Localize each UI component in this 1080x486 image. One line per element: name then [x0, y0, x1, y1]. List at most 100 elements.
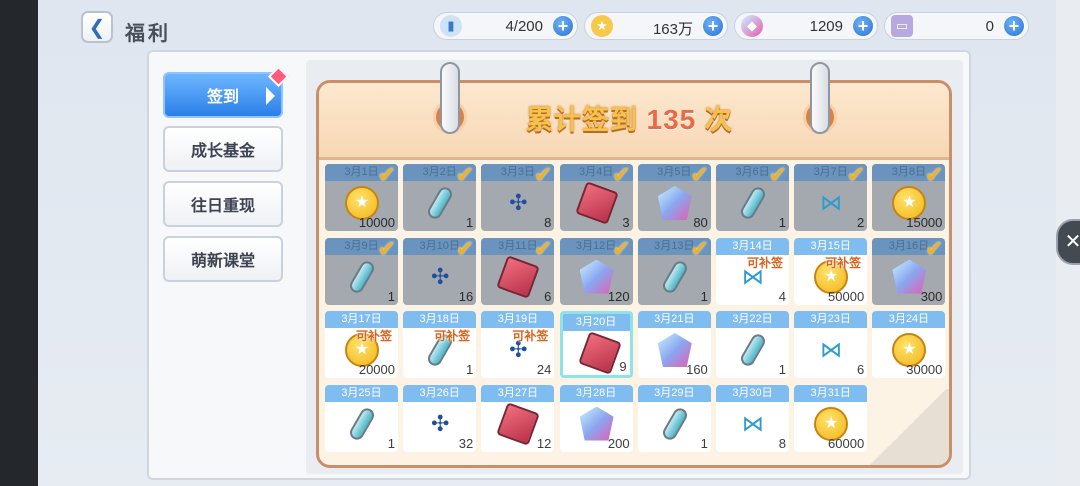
reward-count: 50000 — [828, 288, 865, 304]
reward-count: 32 — [458, 435, 474, 451]
resource-coins: ★ 163万 + — [584, 12, 728, 40]
calendar-day-cell[interactable]: 3月29日 1 — [637, 384, 711, 452]
checkmark-icon: ✔ — [455, 164, 475, 187]
reward-count: 1 — [387, 435, 395, 451]
calendar-day-cell[interactable]: 3月27日 12 — [481, 384, 555, 452]
checkin-total-prefix: 累计签到 — [526, 105, 638, 135]
checkmark-icon: ✔ — [533, 237, 553, 261]
day-date-label: 3月28日 — [559, 384, 633, 402]
reward-count: 1 — [700, 435, 708, 451]
reward-count: 1 — [465, 215, 474, 230]
reward-count: 12 — [536, 435, 552, 451]
calendar-day-cell[interactable]: 3月18日 1 可补签 — [403, 311, 477, 378]
calendar-day-cell[interactable]: 3月30日 ⋈ 8 — [716, 384, 789, 452]
calendar-day-cell[interactable]: 3月9日 1 ✔ — [325, 237, 398, 305]
close-icon: ✕ — [1064, 231, 1080, 253]
add-crystals-button[interactable]: + — [852, 15, 874, 37]
calendar-day-cell[interactable]: 3月17日 ★ 20000 可补签 — [325, 311, 398, 378]
coins-value: 163万 — [652, 21, 693, 38]
scroll-icon — [347, 258, 377, 295]
add-tickets-button[interactable]: + — [1003, 15, 1025, 37]
checkin-total-title: 累计签到 135 次 — [526, 98, 733, 137]
resource-crystals: ◆ 1209 + — [734, 12, 878, 40]
arrow-right-icon — [266, 87, 275, 105]
calendar-day-cell[interactable]: 3月2日 1 ✔ — [403, 164, 477, 231]
calendar-day-cell[interactable]: 3月28日 200 — [559, 384, 633, 452]
makeup-label: 可补签 — [512, 329, 549, 343]
calendar-day-cell[interactable]: 3月23日 ⋈ 6 — [794, 311, 868, 378]
calendar-day-cell[interactable]: 3月7日 ⋈ 2 ✔ — [794, 164, 868, 231]
scroll-icon — [660, 405, 690, 442]
checkmark-icon: ✔ — [846, 164, 866, 187]
calendar-day-cell[interactable]: 3月12日 120 ✔ — [559, 237, 633, 305]
crystals-value: 1209 — [809, 18, 843, 35]
stamina-value: 4/200 — [505, 18, 543, 35]
calendar-day-cell[interactable]: 3月22日 1 — [716, 311, 789, 378]
day-date-label: 3月26日 — [403, 384, 477, 402]
calendar-day-cell[interactable]: 3月16日 300 ✔ — [872, 237, 946, 305]
calendar-day-cell[interactable]: 3月26日 ✣ 32 — [403, 384, 477, 452]
reward-count: 300 — [920, 288, 943, 304]
ticket-icon: ▭ — [891, 15, 913, 37]
reward-count: 2 — [856, 215, 865, 230]
drone-icon: ✣ — [430, 263, 450, 289]
scroll-icon — [425, 184, 455, 222]
star-coin-icon: ★ — [591, 15, 613, 37]
calendar-day-cell[interactable]: 3月19日 ✣ 24 可补签 — [481, 311, 555, 378]
calendar-day-cell[interactable]: 3月24日 ★ 30000 — [872, 311, 946, 378]
tab-newbie-class[interactable]: 萌新课堂 — [163, 236, 283, 282]
day-date-label: 3月29日 — [637, 384, 711, 402]
reward-count: 8 — [778, 435, 786, 451]
checkmark-icon: ✔ — [924, 237, 944, 261]
makeup-label: 可补签 — [434, 329, 471, 343]
checkmark-icon: ✔ — [768, 164, 787, 187]
reward-count: 4 — [778, 288, 786, 304]
tab-growth-fund-label: 成长基金 — [190, 143, 255, 160]
calendar-day-cell[interactable]: 3月14日 ⋈ 4 可补签 — [716, 237, 789, 305]
calendar-day-cell[interactable]: 3月11日 6 ✔ — [481, 237, 555, 305]
candy-icon: ⋈ — [820, 190, 843, 215]
checkmark-icon: ✔ — [612, 237, 631, 261]
day-date-label: 3月25日 — [325, 384, 398, 402]
checkmark-icon: ✔ — [690, 164, 709, 187]
calendar-day-cell[interactable]: 3月21日 160 — [637, 311, 711, 378]
makeup-label: 可补签 — [825, 255, 862, 270]
calendar-day-cell[interactable]: 3月3日 ✣ 8 ✔ — [481, 164, 555, 231]
crystal-icon — [657, 186, 692, 220]
checkmark-icon: ✔ — [533, 164, 553, 187]
calendar-day-cell[interactable]: 3月10日 ✣ 16 ✔ — [403, 237, 477, 305]
tab-checkin[interactable]: 签到 — [163, 65, 290, 118]
calendar-day-cell[interactable]: 3月4日 3 ✔ — [559, 164, 633, 231]
calendar-day-cell[interactable]: 3月13日 1 ✔ — [637, 237, 711, 305]
day-date-label: 3月31日 — [794, 384, 868, 402]
checkmark-icon: ✔ — [455, 237, 475, 261]
reward-count: 200 — [607, 435, 630, 451]
reward-count: 10000 — [358, 215, 395, 230]
tab-past-replay[interactable]: 往日重现 — [163, 181, 283, 227]
binder-pin-right — [810, 62, 830, 134]
checkmark-icon: ✔ — [377, 237, 396, 261]
reward-count: 24 — [536, 362, 552, 377]
add-stamina-button[interactable]: + — [552, 15, 574, 37]
reward-count: 6 — [544, 288, 552, 304]
calendar-day-cell[interactable]: 3月5日 80 ✔ — [637, 164, 711, 231]
calendar-day-cell[interactable]: 3月20日 9 — [559, 311, 633, 378]
day-date-label: 3月14日 — [716, 237, 789, 255]
calendar-day-cell[interactable]: 3月1日 ★ 10000 ✔ — [325, 164, 398, 231]
checkmark-icon: ✔ — [690, 237, 709, 261]
calendar-day-cell[interactable]: 3月15日 ★ 50000 可补签 — [794, 237, 868, 305]
calendar-day-cell[interactable]: 3月25日 1 — [325, 384, 398, 452]
calendar-day-cell[interactable]: 3月6日 1 ✔ — [716, 164, 789, 231]
floating-side-button[interactable]: ✕ — [1056, 219, 1080, 265]
reward-count: 3 — [622, 215, 630, 230]
day-date-label: 3月30日 — [716, 384, 789, 402]
crystal-icon: ◆ — [741, 15, 763, 37]
calendar-day-cell[interactable]: 3月8日 ★ 15000 ✔ — [872, 164, 946, 231]
cloth-icon — [577, 331, 622, 375]
tab-growth-fund[interactable]: 成长基金 — [163, 126, 283, 172]
stamina-bottle-icon: ▮ — [440, 15, 462, 37]
calendar-day-cell[interactable]: 3月31日 ★ 60000 — [794, 384, 868, 452]
back-button[interactable]: ❮ — [81, 11, 113, 43]
add-coins-button[interactable]: + — [702, 15, 724, 37]
day-date-label: 3月27日 — [481, 384, 555, 402]
